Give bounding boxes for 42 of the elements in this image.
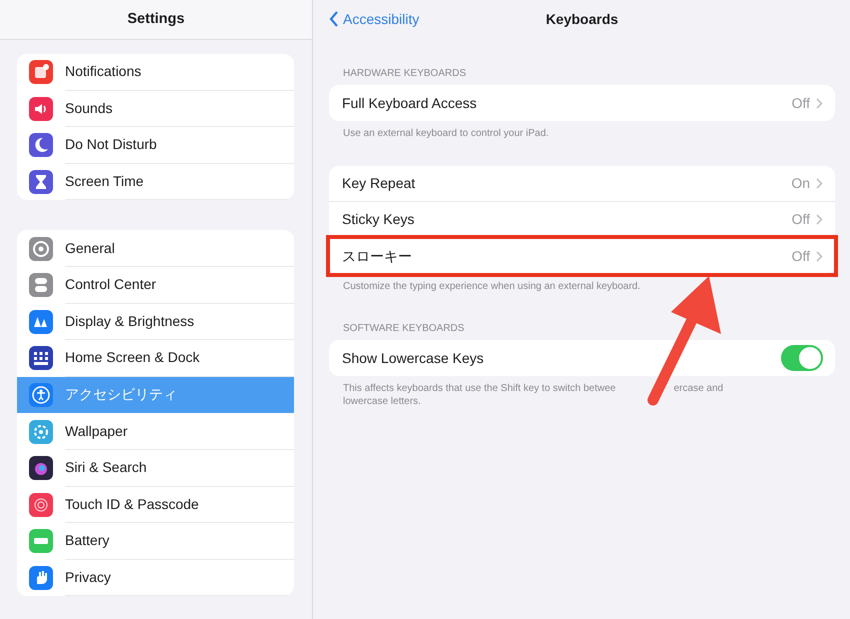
footer-text: This affects keyboards that use the Shift key to switch betwee xyxy=(343,383,616,394)
settings-row[interactable]: Sticky Keys Off xyxy=(329,202,835,238)
row-label: Full Keyboard Access xyxy=(342,94,477,113)
toggle-switch[interactable] xyxy=(781,345,823,371)
row-label: Key Repeat xyxy=(342,174,416,193)
sidebar-title: Settings xyxy=(127,10,185,29)
sidebar-item[interactable]: Control Center xyxy=(17,266,294,304)
row-value: On xyxy=(791,174,810,193)
row-value: Off xyxy=(792,94,810,112)
settings-row[interactable]: Full Keyboard Access Off xyxy=(329,85,835,121)
chevron-icon xyxy=(816,214,823,225)
sidebar-item[interactable]: General xyxy=(17,230,294,267)
sidebar-item[interactable]: Wallpaper xyxy=(17,413,294,450)
chevron-icon xyxy=(816,250,823,262)
page-title: Keyboards xyxy=(546,10,618,26)
footer-text: ercase and xyxy=(674,383,724,394)
sidebar-item[interactable]: Display & Brightness xyxy=(17,304,294,340)
chevron-icon xyxy=(816,178,823,189)
settings-row[interactable]: Show Lowercase Keys xyxy=(329,340,835,376)
row-label: スローキー xyxy=(342,246,412,266)
sidebar-item[interactable]: Sounds xyxy=(17,90,294,128)
section-header: HARDWARE KEYBOARDS xyxy=(343,68,466,79)
sidebar-item[interactable]: Privacy xyxy=(17,560,294,596)
sidebar-item[interactable]: Battery xyxy=(17,523,294,560)
row-label: Show Lowercase Keys xyxy=(342,348,484,368)
sidebar-item[interactable]: Do Not Disturb xyxy=(17,127,294,164)
row-value: Off xyxy=(792,210,810,229)
settings-row[interactable]: スローキー Off xyxy=(329,238,835,274)
sidebar-item[interactable]: Notifications xyxy=(17,54,294,91)
settings-row[interactable]: Key Repeat On xyxy=(329,166,835,202)
chevron-icon xyxy=(816,98,823,108)
back-link[interactable]: Accessibility xyxy=(329,8,420,30)
row-label: Sticky Keys xyxy=(342,210,414,229)
footer-text: Customize the typing experience when using an external keyboard. xyxy=(343,281,640,292)
footer-text: lowercase letters. xyxy=(343,396,421,407)
sidebar-item[interactable]: Siri & Search xyxy=(17,450,294,487)
section-header: SOFTWARE KEYBOARDS xyxy=(343,323,464,334)
back-chevron-icon xyxy=(329,11,339,27)
footer-text: Use an external keyboard to control your iPad. xyxy=(343,128,549,139)
sidebar-item[interactable]: Touch ID & Passcode xyxy=(17,486,294,524)
row-value: Off xyxy=(792,246,810,266)
sidebar-item[interactable]: Screen Time xyxy=(17,164,294,200)
